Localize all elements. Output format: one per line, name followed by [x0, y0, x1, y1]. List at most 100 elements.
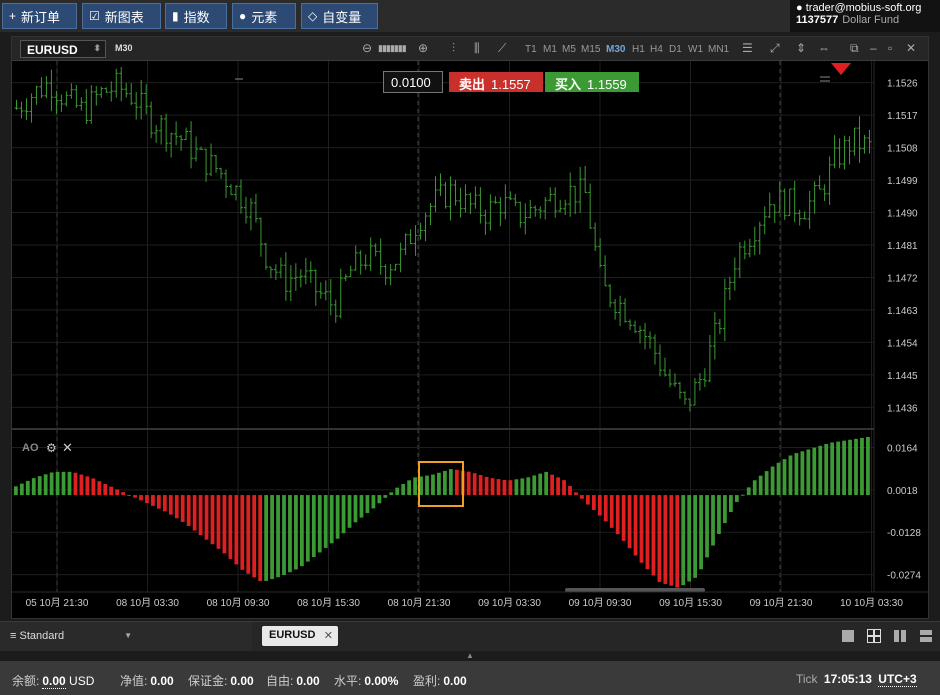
trendline-icon[interactable]: ⤢ [770, 41, 780, 56]
time-tick-label: 05 10月 21:30 [26, 597, 89, 609]
ohlc-bars-icon[interactable]: ⫶ [452, 41, 455, 56]
ao-bar [109, 486, 114, 496]
layout-rows-icon[interactable] [919, 629, 933, 643]
new-chart-button[interactable]: ☑ 新图表 [82, 3, 161, 29]
tab-timeframe-m1[interactable]: M1 [543, 44, 557, 55]
ao-bar [311, 495, 316, 558]
ao-bar [19, 483, 24, 496]
ao-bar [866, 437, 870, 496]
tab-timeframe-mn1[interactable]: MN1 [708, 44, 729, 55]
layout-grid-icon[interactable] [867, 629, 881, 643]
tab-timeframe-d1[interactable]: D1 [669, 44, 682, 55]
ao-bar [270, 495, 274, 580]
ao-bar [204, 495, 209, 540]
zoom-slider[interactable]: ▮▮▮▮▮▮▮ [378, 43, 407, 54]
price-tick-label: 1.1436 [887, 403, 918, 414]
ao-bar [770, 466, 775, 496]
sell-label: 卖出 [459, 77, 486, 92]
chart-plot[interactable]: 1.1526 1.1517 1.1508 1.1499 1.1490 1.1481 1.14… [12, 61, 928, 618]
ao-bar [693, 495, 698, 578]
account-user: trader@mobius-soft.org [805, 2, 922, 14]
new-order-button[interactable]: + 新订单 [2, 3, 77, 29]
symbol-selector[interactable]: EURUSD ⬍ [20, 40, 106, 58]
ao-bar [49, 472, 54, 496]
panel-resize-handle[interactable]: ▲ [462, 651, 478, 661]
timezone-selector[interactable]: UTC+3 [878, 672, 917, 687]
indicators-button[interactable]: ▮ 指数 [165, 3, 227, 29]
ao-tick-label: 0.0018 [887, 486, 918, 497]
ao-bar [490, 478, 495, 496]
close-icon[interactable]: ✕ [906, 41, 916, 55]
price-tick-label: 1.1490 [887, 209, 918, 220]
zoom-out-icon[interactable]: ⊖ [362, 41, 372, 55]
maximize-icon[interactable]: ▫ [888, 41, 892, 55]
ao-bar [157, 495, 161, 509]
ao-bar [806, 449, 811, 496]
ao-bar [431, 474, 435, 496]
account-panel[interactable]: ● trader@mobius-soft.org 1137577 Dollar F… [790, 0, 940, 32]
workspace-selector[interactable]: ≡ Standard ▼ [0, 622, 252, 651]
line-chart-icon[interactable]: ⟋ [498, 41, 506, 56]
ao-bar [276, 495, 280, 578]
buy-button[interactable]: 买入 1.1559 [545, 72, 639, 92]
buy-label: 买入 [555, 77, 582, 92]
tab-timeframe-m15[interactable]: M15 [581, 44, 600, 55]
popout-icon[interactable]: ⧉ [850, 41, 859, 56]
tab-timeframe-m5[interactable]: M5 [562, 44, 576, 55]
candlestick-icon[interactable]: ⫼ [474, 41, 480, 56]
tab-timeframe-m30[interactable]: M30 [606, 44, 625, 55]
tab-timeframe-t1[interactable]: T1 [525, 44, 537, 55]
zoom-in-icon[interactable]: ⊕ [418, 41, 428, 55]
minimize-icon[interactable]: – [870, 41, 877, 55]
time-tick-label: 09 10月 09:30 [569, 597, 632, 609]
ao-bar [824, 443, 829, 496]
tab-eurusd[interactable]: EURUSD ✕ [262, 626, 338, 646]
spread-input[interactable]: 0.0100 [383, 71, 443, 93]
ao-tick-label: 0.0164 [887, 443, 918, 454]
gear-icon[interactable]: ⚙ [46, 441, 57, 455]
vertical-scale-icon[interactable]: ⇕ [796, 41, 806, 55]
ao-bar [651, 495, 656, 576]
price-tick-label: 1.1508 [887, 144, 918, 155]
ao-bar [627, 495, 632, 549]
tab-timeframe-w1[interactable]: W1 [688, 44, 703, 55]
ao-bar [264, 495, 269, 581]
price-tick-label: 1.1472 [887, 273, 918, 284]
ao-bar [25, 480, 30, 496]
timeframe-label: M30 [115, 43, 133, 53]
ao-bar [85, 476, 90, 496]
ao-bar [544, 471, 549, 496]
ao-bar [633, 495, 638, 556]
sell-button[interactable]: 卖出 1.1557 [449, 72, 543, 92]
ao-bar [151, 495, 155, 506]
close-tab-icon[interactable]: ✕ [324, 629, 333, 642]
ao-bar [574, 492, 578, 496]
ao-bar [371, 495, 376, 509]
tab-timeframe-h1[interactable]: H1 [632, 44, 645, 55]
ao-bar [454, 469, 459, 496]
ao-bar [502, 479, 507, 496]
ao-bar [597, 495, 602, 516]
ao-bar [91, 478, 96, 496]
ao-bar [746, 487, 751, 496]
current-price-triangle-icon [831, 63, 851, 75]
layout-single-icon[interactable] [841, 629, 855, 643]
time-tick-label: 09 10月 21:30 [750, 597, 813, 609]
price-tick-label: 1.1481 [887, 241, 918, 252]
layout-columns-icon[interactable] [893, 629, 907, 643]
workspace-label: Standard [19, 630, 65, 642]
close-indicator-icon[interactable]: ✕ [62, 440, 73, 456]
ao-bar [752, 480, 757, 496]
indicator-list-icon[interactable]: ☰ [742, 41, 753, 55]
horizontal-scale-icon[interactable]: ⇔ [818, 41, 830, 55]
elements-button[interactable]: ● 元素 [232, 3, 296, 29]
custom-variables-button[interactable]: ◇ 自变量 [301, 3, 378, 29]
top-toolbar: + 新订单 ☑ 新图表 ▮ 指数 ● 元素 ◇ 自变量 ● trader@mob… [0, 0, 940, 32]
ao-bar [288, 495, 292, 573]
plus-icon: + [9, 9, 17, 23]
time-tick-label: 08 10月 03:30 [116, 597, 179, 609]
symbol-label: EURUSD [27, 43, 78, 57]
tab-timeframe-h4[interactable]: H4 [650, 44, 663, 55]
ao-bar [300, 495, 304, 567]
ao-bar [639, 495, 644, 563]
